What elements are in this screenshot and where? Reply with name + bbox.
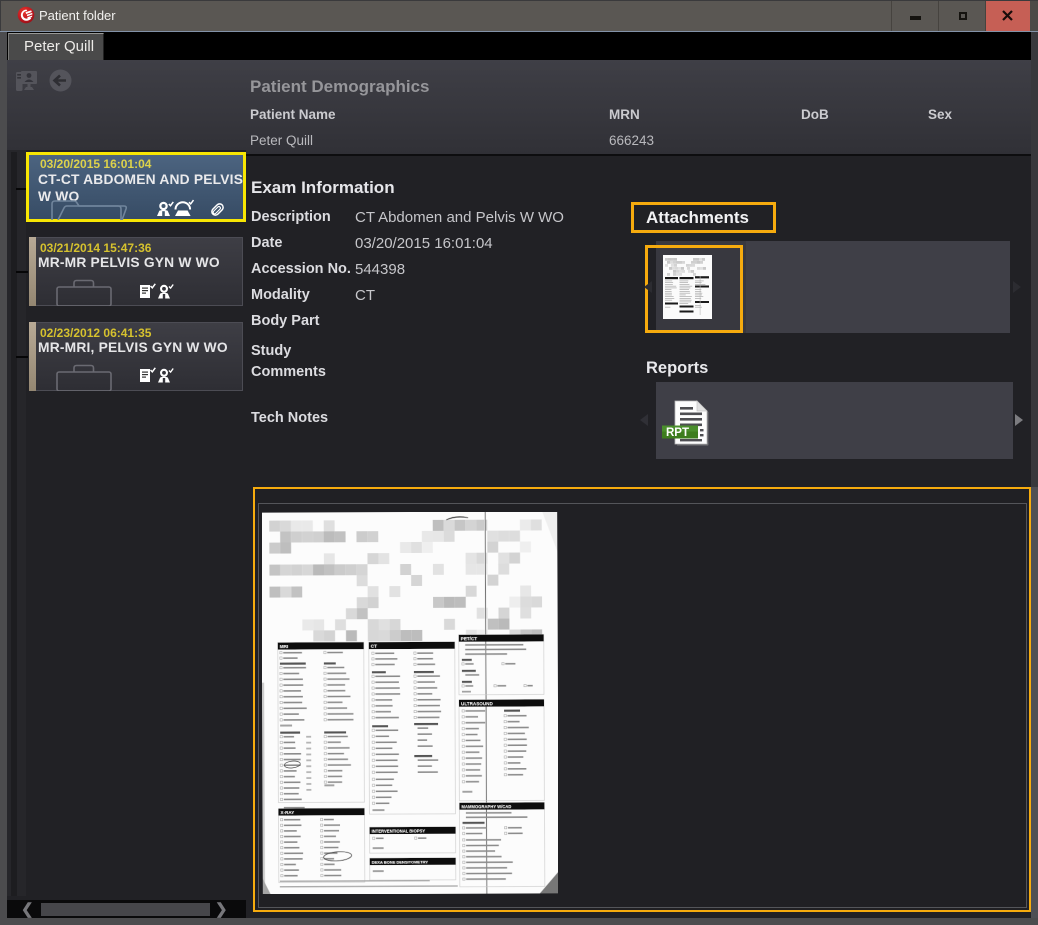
svg-text:INTERVENTIONAL BIOPSY: INTERVENTIONAL BIOPSY xyxy=(372,828,426,833)
svg-text:PET/CT: PET/CT xyxy=(461,636,478,641)
svg-text:CT: CT xyxy=(371,643,377,648)
svg-text:DEXA BONE DENSITOMETRY: DEXA BONE DENSITOMETRY xyxy=(372,859,429,864)
svg-text:RPT: RPT xyxy=(666,427,689,439)
svg-text:MRI: MRI xyxy=(280,644,288,649)
svg-text:ULTRASOUND: ULTRASOUND xyxy=(461,701,494,706)
svg-text:X-RAY: X-RAY xyxy=(280,810,294,815)
svg-text:MAMMOGRAPHY W/CAD: MAMMOGRAPHY W/CAD xyxy=(461,804,511,809)
